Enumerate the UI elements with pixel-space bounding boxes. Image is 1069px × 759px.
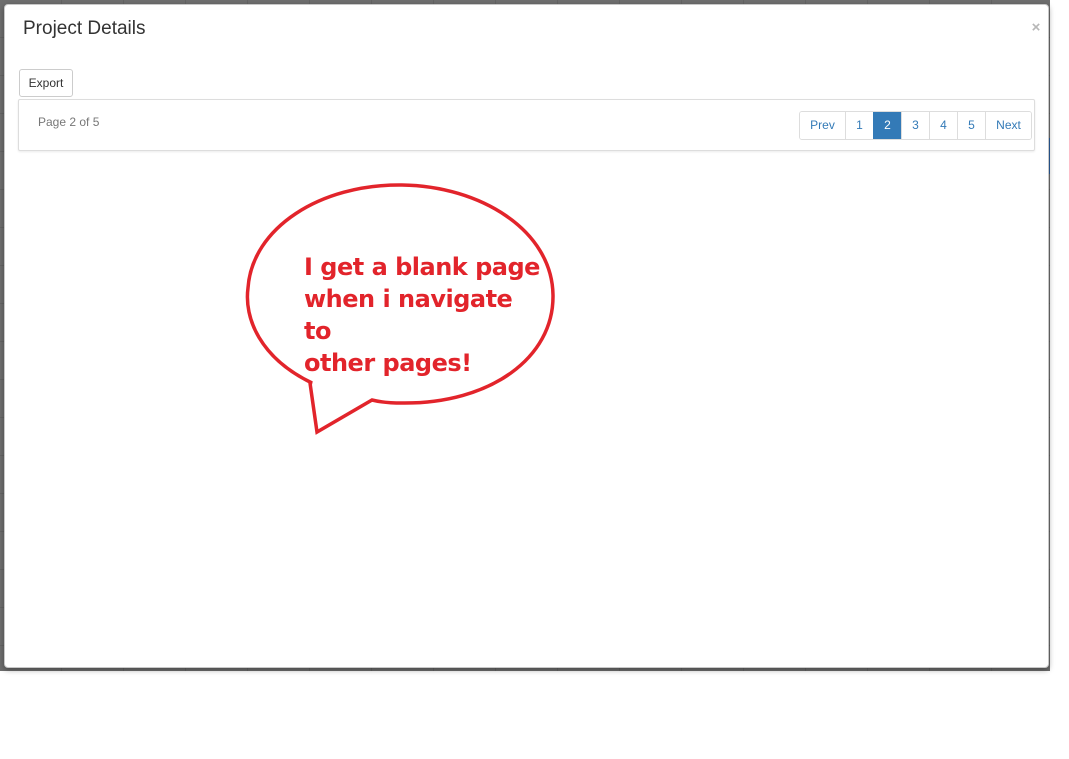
prev-page-button[interactable]: Prev <box>800 112 845 139</box>
annotation-line-1: I get a blank page <box>304 253 540 281</box>
page-button-5[interactable]: 5 <box>957 112 985 139</box>
pagination: Prev 1 2 3 4 5 Next <box>799 111 1032 140</box>
page-button-1[interactable]: 1 <box>845 112 873 139</box>
close-icon[interactable]: × <box>1029 19 1043 37</box>
page-status: Page 2 of 5 <box>38 115 100 129</box>
export-button[interactable]: Export <box>19 69 73 97</box>
screen: Project Details × Export Page 2 of 5 Pre… <box>0 0 1069 759</box>
annotation-text: I get a blank page when i navigate to ot… <box>304 251 544 379</box>
page-button-3[interactable]: 3 <box>901 112 929 139</box>
page-button-2[interactable]: 2 <box>873 112 901 139</box>
annotation-line-2: when i navigate to <box>304 285 513 345</box>
annotation-line-3: other pages! <box>304 349 472 377</box>
page-button-4[interactable]: 4 <box>929 112 957 139</box>
pager-panel: Page 2 of 5 Prev 1 2 3 4 5 Next <box>18 99 1035 151</box>
next-page-button[interactable]: Next <box>985 112 1031 139</box>
modal-title: Project Details <box>23 18 146 39</box>
